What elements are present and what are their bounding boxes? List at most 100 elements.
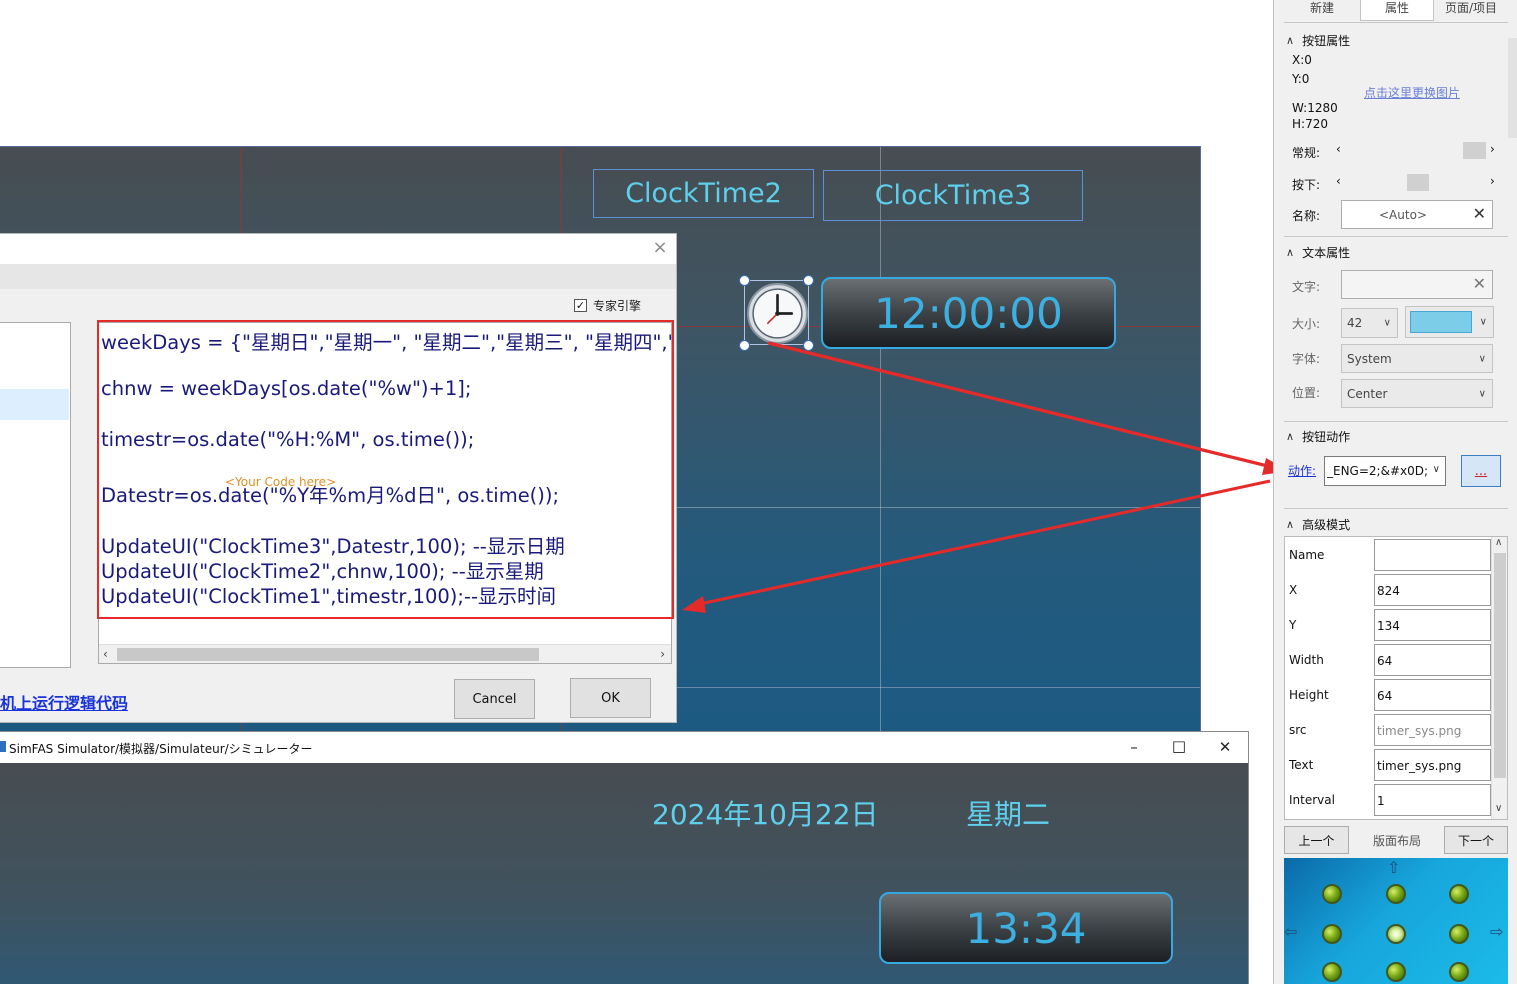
layout-button[interactable]: 版面布局 [1352, 826, 1442, 854]
chevron-down-icon: ∨ [1478, 353, 1486, 364]
align-knob[interactable] [1322, 884, 1342, 904]
center-knob[interactable] [1386, 924, 1406, 944]
layout-joystick[interactable]: ⇧ ⇦ ⇨ [1284, 858, 1508, 984]
property-value[interactable]: 64 [1374, 679, 1491, 711]
property-value[interactable]: 1 [1374, 784, 1491, 816]
next-button[interactable]: 下一个 [1444, 826, 1508, 854]
resize-handle[interactable] [739, 340, 750, 351]
collapse-icon[interactable]: ∧ [1286, 518, 1294, 531]
text-input[interactable]: ✕ [1341, 270, 1493, 299]
pressed-image-swatch[interactable] [1407, 174, 1429, 191]
clocktime3-label[interactable]: ClockTime3 [823, 170, 1083, 221]
property-row[interactable]: X 824 [1285, 572, 1491, 607]
clear-icon[interactable]: ✕ [1473, 204, 1486, 223]
chevron-left-icon[interactable]: ‹ [1336, 142, 1341, 156]
change-image-link[interactable]: 点击这里更换图片 [1364, 84, 1460, 101]
property-value[interactable]: timer_sys.png [1374, 714, 1491, 746]
align-knob[interactable] [1449, 924, 1469, 944]
clocktime1-display[interactable]: 12:00:00 [821, 277, 1116, 349]
align-knob[interactable] [1386, 962, 1406, 982]
arrow-up-icon[interactable]: ⇧ [1387, 858, 1400, 877]
property-key: Interval [1289, 793, 1335, 807]
text-label: 文字: [1292, 280, 1321, 294]
expert-mode-label: 专家引擎 [593, 299, 642, 313]
tab-new[interactable]: 新建 [1284, 0, 1360, 21]
position-label: 位置: [1292, 386, 1321, 400]
align-knob[interactable] [1449, 884, 1469, 904]
resize-handle[interactable] [739, 275, 750, 286]
resize-handle[interactable] [803, 340, 814, 351]
chevron-left-icon[interactable]: ‹ [1336, 174, 1341, 188]
timer-icon-selection[interactable] [744, 280, 809, 345]
run-logic-code-link[interactable]: 机上运行逻辑代码 [0, 690, 128, 714]
font-family-value: System [1347, 351, 1392, 366]
property-grid[interactable]: Name X 824 Y 134 Width 64 Height 64 src timer… [1284, 536, 1508, 820]
prev-button[interactable]: 上一个 [1284, 826, 1349, 854]
section-advanced[interactable]: ∧ 高级模式 [1286, 516, 1350, 533]
dialog-toolbar [0, 264, 676, 289]
action-link[interactable]: 动作: [1288, 462, 1316, 479]
collapse-icon[interactable]: ∧ [1286, 34, 1294, 47]
event-tree[interactable] [0, 322, 71, 668]
property-value[interactable] [1374, 539, 1491, 571]
close-icon[interactable]: × [652, 239, 668, 257]
ok-button[interactable]: OK [570, 678, 651, 718]
property-row[interactable]: Y 134 [1285, 607, 1491, 642]
align-knob[interactable] [1449, 962, 1469, 982]
scroll-up-icon[interactable]: ∧ [1495, 537, 1502, 548]
action-select[interactable]: _ENG=2;&#x0D;& ∨ [1324, 456, 1446, 486]
font-size-select[interactable]: 42 ∨ [1341, 308, 1398, 338]
property-row[interactable]: Text timer_sys.png [1285, 747, 1491, 782]
maximize-icon[interactable]: □ [1169, 737, 1189, 755]
property-row[interactable]: Height 64 [1285, 677, 1491, 712]
chevron-right-icon[interactable]: › [1490, 174, 1495, 188]
arrow-right-icon[interactable]: ⇨ [1490, 922, 1503, 941]
section-text-props[interactable]: ∧ 文本属性 [1286, 244, 1350, 261]
scroll-left-icon[interactable]: ‹ [103, 647, 108, 661]
cancel-button[interactable]: Cancel [454, 679, 535, 719]
align-knob[interactable] [1386, 884, 1406, 904]
section-button-props[interactable]: ∧ 按钮属性 [1286, 32, 1350, 49]
normal-image-swatch[interactable] [1463, 142, 1486, 159]
panel-scrollbar[interactable] [1508, 38, 1517, 138]
arrow-left-icon[interactable]: ⇦ [1284, 922, 1297, 941]
collapse-icon[interactable]: ∧ [1286, 430, 1294, 443]
property-value[interactable]: 824 [1374, 574, 1491, 606]
scrollbar-thumb[interactable] [1494, 553, 1506, 778]
edit-action-button[interactable]: ... [1461, 455, 1501, 487]
font-family-select[interactable]: System ∨ [1341, 344, 1493, 373]
resize-handle[interactable] [803, 275, 814, 286]
clear-icon[interactable]: ✕ [1473, 274, 1486, 293]
text-color-select[interactable]: ∨ [1405, 306, 1494, 338]
property-value[interactable]: 134 [1374, 609, 1491, 641]
property-value[interactable]: 64 [1374, 644, 1491, 676]
scroll-right-icon[interactable]: › [660, 647, 665, 661]
scrollbar-thumb[interactable] [117, 648, 539, 661]
tab-properties[interactable]: 属性 [1360, 0, 1434, 21]
chevron-right-icon[interactable]: › [1490, 142, 1495, 156]
horizontal-scrollbar[interactable]: ‹ › [99, 644, 671, 663]
grid-scrollbar[interactable]: ∧ ∨ [1491, 537, 1507, 819]
align-knob[interactable] [1322, 924, 1342, 944]
property-row[interactable]: src timer_sys.png [1285, 712, 1491, 747]
app-icon [0, 741, 6, 752]
property-row[interactable]: Name [1285, 537, 1491, 572]
name-input[interactable]: <Auto> ✕ [1341, 200, 1493, 229]
collapse-icon[interactable]: ∧ [1286, 246, 1294, 259]
tree-selected-item[interactable] [0, 389, 69, 420]
dialog-titlebar: × [0, 234, 676, 264]
action-value: _ENG=2;&#x0D;& [1327, 464, 1427, 478]
close-icon[interactable]: ✕ [1215, 738, 1235, 756]
minimize-icon[interactable]: – [1124, 738, 1144, 756]
property-row[interactable]: Interval 1 [1285, 782, 1491, 817]
align-knob[interactable] [1322, 962, 1342, 982]
section-button-action[interactable]: ∧ 按钮动作 [1286, 428, 1350, 445]
clocktime2-label[interactable]: ClockTime2 [593, 169, 814, 218]
section-title: 高级模式 [1302, 518, 1351, 532]
scroll-down-icon[interactable]: ∨ [1495, 803, 1502, 814]
expert-mode-checkbox[interactable]: ✓ 专家引擎 [574, 297, 641, 314]
property-row[interactable]: Width 64 [1285, 642, 1491, 677]
tab-page-project[interactable]: 页面/项目 [1434, 0, 1508, 21]
property-value[interactable]: timer_sys.png [1374, 749, 1491, 781]
text-position-select[interactable]: Center ∨ [1341, 379, 1493, 408]
